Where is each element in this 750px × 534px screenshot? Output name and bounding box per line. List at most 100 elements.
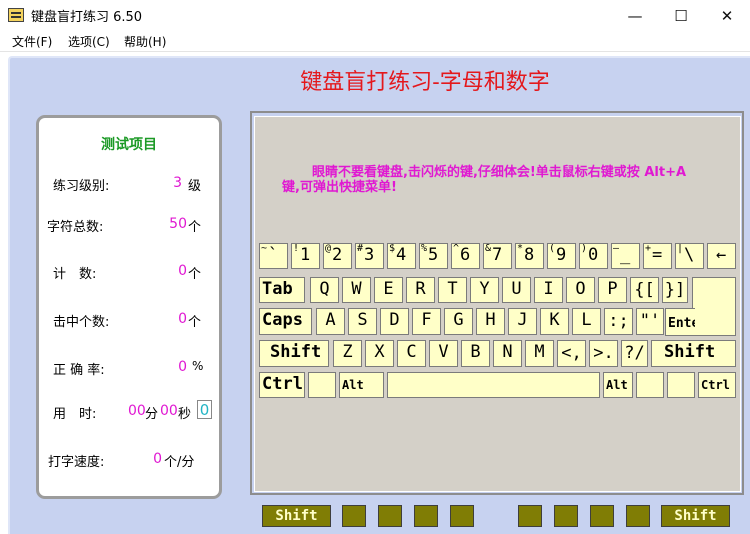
stats-title: 测试项目 xyxy=(101,137,157,153)
indicator-finger xyxy=(554,505,578,527)
accuracy-value: 0 xyxy=(178,359,187,375)
key-6[interactable]: ^ 6 xyxy=(451,243,480,269)
key-h[interactable]: H xyxy=(476,308,505,335)
key-enter[interactable] xyxy=(692,277,736,336)
count-value: 0 xyxy=(178,263,187,279)
key-ctrl-left[interactable]: Ctrl xyxy=(259,372,305,398)
indicator-shift-left: Shift xyxy=(262,505,331,527)
count-label: 计 数: xyxy=(53,267,97,282)
speed-label: 打字速度: xyxy=(48,455,105,470)
total-value: 50 xyxy=(169,216,187,232)
key-o[interactable]: O xyxy=(566,277,595,303)
time-min-unit: 分 xyxy=(145,407,159,422)
key-r[interactable]: R xyxy=(406,277,435,303)
key-tab[interactable]: Tab xyxy=(259,277,305,303)
key-equals[interactable]: + = xyxy=(643,243,672,269)
hits-value: 0 xyxy=(178,311,187,327)
key-backspace[interactable]: ← xyxy=(707,243,736,269)
maximize-button[interactable]: ☐ xyxy=(658,0,704,31)
key-ctrl-right[interactable]: Ctrl xyxy=(698,372,736,398)
key-j[interactable]: J xyxy=(508,308,537,335)
keyboard-app-icon[interactable] xyxy=(8,8,24,22)
minimize-button[interactable]: — xyxy=(612,0,658,31)
indicator-finger xyxy=(342,505,366,527)
key-a[interactable]: A xyxy=(316,308,345,335)
key-menu[interactable] xyxy=(667,372,695,398)
window-title: 键盘盲打练习 6.50 xyxy=(31,10,143,25)
level-value: 3 xyxy=(173,175,182,191)
timer-box: 0 xyxy=(197,400,212,419)
key-alt-left[interactable]: Alt xyxy=(339,372,384,398)
main-title: 键盘盲打练习-字母和数字 xyxy=(300,70,550,95)
key-2[interactable]: @2 xyxy=(323,243,352,269)
key-0[interactable]: ) 0 xyxy=(579,243,608,269)
key-k[interactable]: K xyxy=(540,308,569,335)
stats-panel xyxy=(36,115,222,499)
key-z[interactable]: Z xyxy=(333,340,362,367)
key-g[interactable]: G xyxy=(444,308,473,335)
time-minutes: 00 xyxy=(128,403,146,419)
key-b[interactable]: B xyxy=(461,340,490,367)
instruction-text: 眼睛不要看键盘,击闪烁的键,仔细体会!单击鼠标右键或按 Alt+A 键,可弹出快… xyxy=(282,165,687,195)
key-f[interactable]: F xyxy=(412,308,441,335)
key-y[interactable]: Y xyxy=(470,277,499,303)
key-semicolon[interactable]: :; xyxy=(604,308,633,335)
key-n[interactable]: N xyxy=(493,340,522,367)
key-caps[interactable]: Caps xyxy=(259,308,312,335)
key-shift-left[interactable]: Shift xyxy=(259,340,329,367)
total-label: 字符总数: xyxy=(47,220,104,235)
key-space[interactable] xyxy=(387,372,600,398)
close-button[interactable]: ✕ xyxy=(704,0,750,31)
key-d[interactable]: D xyxy=(380,308,409,335)
key-x[interactable]: X xyxy=(365,340,394,367)
key-v[interactable]: V xyxy=(429,340,458,367)
key-t[interactable]: T xyxy=(438,277,467,303)
key-bracket-right[interactable]: }] xyxy=(662,277,688,303)
key-win-right[interactable] xyxy=(636,372,664,398)
key-e[interactable]: E xyxy=(374,277,403,303)
indicator-finger xyxy=(590,505,614,527)
key-c[interactable]: C xyxy=(397,340,426,367)
hits-label: 击中个数: xyxy=(53,315,110,330)
level-label: 练习级别: xyxy=(53,179,110,194)
key-win-left[interactable] xyxy=(308,372,336,398)
key-slash[interactable]: ?/ xyxy=(621,340,648,367)
key-w[interactable]: W xyxy=(342,277,371,303)
key-bracket-left[interactable]: {[ xyxy=(630,277,659,303)
key-backslash[interactable]: | \ xyxy=(675,243,704,269)
time-label: 用 时: xyxy=(53,407,97,422)
key-backtick[interactable]: ~ ` xyxy=(259,243,288,269)
accuracy-unit: % xyxy=(192,359,204,373)
key-4[interactable]: $4 xyxy=(387,243,416,269)
menu-file[interactable]: 文件(F) xyxy=(12,33,52,50)
key-1[interactable]: ! 1 xyxy=(291,243,320,269)
key-quote[interactable]: "' xyxy=(636,308,664,335)
key-u[interactable]: U xyxy=(502,277,531,303)
key-9[interactable]: (9 xyxy=(547,243,576,269)
key-alt-right[interactable]: Alt xyxy=(603,372,633,398)
key-comma[interactable]: <, xyxy=(557,340,586,367)
key-3[interactable]: #3 xyxy=(355,243,384,269)
indicator-finger xyxy=(518,505,542,527)
key-l[interactable]: L xyxy=(572,308,601,335)
key-m[interactable]: M xyxy=(525,340,554,367)
key-5[interactable]: % 5 xyxy=(419,243,448,269)
key-s[interactable]: S xyxy=(348,308,377,335)
time-sec-unit: 秒 xyxy=(178,407,192,422)
indicator-finger xyxy=(414,505,438,527)
time-seconds: 00 xyxy=(160,403,178,419)
menu-options[interactable]: 选项(C) xyxy=(68,33,110,50)
key-enter-extension[interactable]: Enter↵ xyxy=(665,308,695,336)
count-unit: 个 xyxy=(188,267,202,282)
key-7[interactable]: & 7 xyxy=(483,243,512,269)
key-p[interactable]: P xyxy=(598,277,627,303)
key-minus[interactable]: — _ xyxy=(611,243,640,269)
speed-unit: 个/分 xyxy=(164,455,195,470)
menu-help[interactable]: 帮助(H) xyxy=(124,33,166,50)
key-period[interactable]: >. xyxy=(589,340,618,367)
level-unit: 级 xyxy=(188,179,202,194)
key-i[interactable]: I xyxy=(534,277,563,303)
key-q[interactable]: Q xyxy=(310,277,339,303)
key-shift-right[interactable]: Shift xyxy=(651,340,736,367)
key-8[interactable]: * 8 xyxy=(515,243,544,269)
